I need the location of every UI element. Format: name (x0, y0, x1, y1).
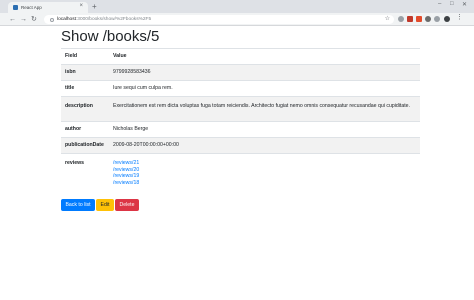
review-link[interactable]: /reviews/18 (113, 180, 416, 187)
table-row-reviews: reviews /reviews/21 /reviews/20 /reviews… (61, 153, 420, 192)
page-title: Show /books/5 (61, 28, 160, 45)
table-header-row: Field Value (61, 48, 420, 65)
author-value: Nicholas Berge (109, 121, 420, 138)
url-path: :3000/books/show/%2Fbooks%2F5 (75, 17, 152, 22)
isbn-value: 9799928583436 (109, 64, 420, 81)
author-label: author (61, 121, 109, 138)
info-icon[interactable] (50, 17, 54, 22)
reviews-value: /reviews/21 /reviews/20 /reviews/19 /rev… (109, 153, 420, 192)
header-value: Value (109, 48, 420, 65)
description-value: Exercitationem est rem dicta voluptas fu… (109, 96, 420, 122)
maximize-icon[interactable]: □ (450, 1, 454, 7)
react-favicon-icon (13, 5, 18, 10)
close-window-icon[interactable]: ✕ (462, 1, 467, 8)
reload-icon[interactable]: ↻ (31, 15, 37, 24)
extension-icon[interactable] (416, 16, 422, 22)
browser-menu-icon[interactable]: ⋮ (456, 14, 463, 21)
publication-date-label: publicationDate (61, 137, 109, 154)
back-arrow-icon[interactable]: ← (9, 15, 16, 24)
extension-icon[interactable] (434, 16, 440, 22)
title-value: Iure sequi cum culpa rem. (109, 80, 420, 97)
table-row-isbn: isbn 9799928583436 (61, 64, 420, 81)
browser-tab[interactable]: React App × (8, 2, 88, 13)
action-buttons: Back to list Edit Delete (61, 198, 421, 211)
browser-tab-strip: React App × + – □ ✕ (0, 0, 474, 13)
back-to-list-button[interactable]: Back to list (61, 198, 95, 211)
book-details-table: Field Value isbn 9799928583436 title Iur… (61, 48, 420, 192)
table-row-description: description Exercitationem est rem dicta… (61, 96, 420, 122)
extension-icon[interactable] (407, 16, 413, 22)
table-row-publication-date: publicationDate 2009-08-20T00:00:00+00:0… (61, 137, 420, 154)
isbn-label: isbn (61, 64, 109, 81)
reviews-label: reviews (61, 153, 109, 192)
forward-arrow-icon[interactable]: → (20, 15, 27, 24)
bookmark-star-icon[interactable]: ☆ (385, 15, 390, 22)
extension-icon[interactable] (425, 16, 431, 22)
minimize-icon[interactable]: – (438, 1, 441, 7)
url-host: localhost (57, 17, 76, 22)
delete-button[interactable]: Delete (115, 198, 139, 211)
address-bar[interactable]: localhost:3000/books/show/%2Fbooks%2F5 ☆ (44, 15, 394, 24)
new-tab-button[interactable]: + (92, 2, 97, 11)
description-label: description (61, 96, 109, 122)
table-row-title: title Iure sequi cum culpa rem. (61, 80, 420, 97)
edit-button[interactable]: Edit (96, 198, 114, 211)
publication-date-value: 2009-08-20T00:00:00+00:00 (109, 137, 420, 154)
title-label: title (61, 80, 109, 97)
extension-icon[interactable] (398, 16, 404, 22)
header-field: Field (61, 48, 109, 65)
tab-title: React App (21, 5, 42, 10)
table-row-author: author Nicholas Berge (61, 121, 420, 138)
tab-close-icon[interactable]: × (79, 3, 83, 9)
profile-avatar[interactable] (444, 16, 450, 22)
main-content: Show /books/5 Field Value isbn 979992858… (61, 26, 421, 211)
